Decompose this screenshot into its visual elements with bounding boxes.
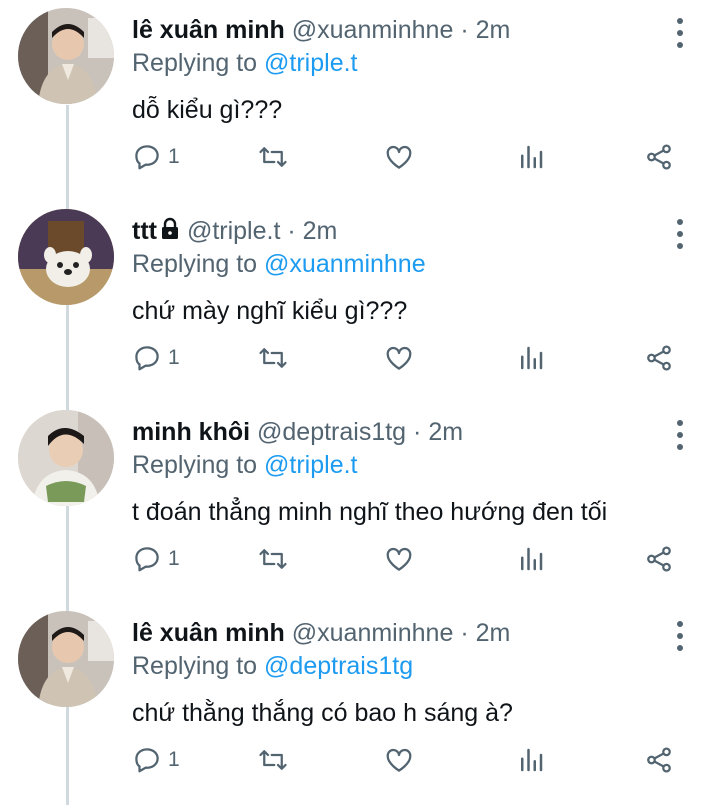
retweet-button[interactable] [258, 740, 288, 780]
tweet-text: chứ thằng thắng có bao h sáng à? [132, 699, 513, 727]
analytics-icon [521, 346, 543, 370]
timestamp[interactable]: 2m [476, 16, 511, 44]
more-vertical-icon[interactable] [670, 219, 690, 249]
share-button[interactable] [644, 539, 674, 579]
like-button[interactable] [384, 740, 414, 780]
retweet-icon [259, 348, 287, 368]
retweet-icon [259, 549, 287, 569]
tweet-text: dỗ kiểu gì??? [132, 96, 283, 124]
tweet-actions: 1 [132, 539, 690, 579]
username[interactable]: @triple.t [187, 217, 280, 245]
display-name[interactable]: minh khôi [132, 418, 250, 446]
tweet[interactable]: ttt @triple.t · 2m Replying to @xuanminh… [0, 201, 720, 402]
tweet-text: t đoán thẳng minh nghĩ theo hướng đen tố… [132, 498, 608, 526]
mention-link[interactable]: @triple.t [264, 451, 357, 479]
reply-button[interactable]: 1 [132, 338, 180, 378]
replying-to-label: Replying to [132, 250, 265, 278]
separator-dot: · [460, 619, 469, 647]
display-name[interactable]: lê xuân minh [132, 16, 285, 44]
reply-count: 1 [168, 748, 180, 771]
more-vertical-icon[interactable] [670, 18, 690, 48]
analytics-button[interactable] [516, 137, 546, 177]
share-button[interactable] [644, 338, 674, 378]
share-button[interactable] [644, 740, 674, 780]
replying-to: Replying to @deptrais1tg [132, 650, 680, 682]
mention-link[interactable]: @xuanminhne [264, 250, 426, 278]
analytics-icon [521, 145, 543, 169]
mention-link[interactable]: @triple.t [264, 49, 357, 77]
reply-count: 1 [168, 145, 180, 168]
analytics-button[interactable] [516, 740, 546, 780]
replying-to-label: Replying to [132, 451, 265, 479]
share-icon [647, 345, 671, 371]
avatar[interactable] [18, 410, 114, 506]
replying-to-label: Replying to [132, 652, 265, 680]
share-icon [647, 144, 671, 170]
reply-button[interactable]: 1 [132, 539, 180, 579]
retweet-button[interactable] [258, 539, 288, 579]
like-button[interactable] [384, 137, 414, 177]
replying-to: Replying to @triple.t [132, 47, 680, 79]
reply-count: 1 [168, 547, 180, 570]
tweet-actions: 1 [132, 338, 690, 378]
share-icon [647, 747, 671, 773]
retweet-button[interactable] [258, 338, 288, 378]
avatar[interactable] [18, 8, 114, 104]
separator-dot: · [287, 217, 296, 245]
more-vertical-icon[interactable] [670, 621, 690, 651]
share-icon [647, 546, 671, 572]
like-button[interactable] [384, 338, 414, 378]
mention-link[interactable]: @deptrais1tg [264, 652, 413, 680]
analytics-button[interactable] [516, 338, 546, 378]
separator-dot: · [413, 418, 422, 446]
heart-icon [386, 547, 412, 571]
tweet[interactable]: lê xuân minh @xuanminhne · 2m Replying t… [0, 603, 720, 804]
analytics-icon [521, 748, 543, 772]
analytics-button[interactable] [516, 539, 546, 579]
tweet[interactable]: lê xuân minh @xuanminhne · 2m Replying t… [0, 0, 720, 201]
reply-icon [135, 145, 159, 170]
replying-to: Replying to @xuanminhne [132, 248, 680, 280]
display-name[interactable]: ttt [132, 217, 157, 245]
like-button[interactable] [384, 539, 414, 579]
tweet-actions: 1 [132, 740, 690, 780]
separator-dot: · [460, 16, 469, 44]
reply-count: 1 [168, 346, 180, 369]
analytics-icon [521, 547, 543, 571]
heart-icon [386, 346, 412, 370]
tweet[interactable]: minh khôi @deptrais1tg · 2m Replying to … [0, 402, 720, 603]
reply-button[interactable]: 1 [132, 137, 180, 177]
display-name[interactable]: lê xuân minh [132, 619, 285, 647]
reply-icon [135, 748, 159, 773]
lock-icon [161, 217, 178, 239]
avatar[interactable] [18, 209, 114, 305]
tweet-actions: 1 [132, 137, 690, 177]
username[interactable]: @deptrais1tg [257, 418, 406, 446]
retweet-button[interactable] [258, 137, 288, 177]
more-vertical-icon[interactable] [670, 420, 690, 450]
username[interactable]: @xuanminhne [292, 619, 454, 647]
heart-icon [386, 748, 412, 772]
timestamp[interactable]: 2m [476, 619, 511, 647]
reply-button[interactable]: 1 [132, 740, 180, 780]
timestamp[interactable]: 2m [303, 217, 338, 245]
retweet-icon [259, 750, 287, 770]
tweet-text: chứ mày nghĩ kiểu gì??? [132, 297, 408, 325]
heart-icon [386, 145, 412, 169]
reply-icon [135, 346, 159, 371]
replying-to-label: Replying to [132, 49, 265, 77]
username[interactable]: @xuanminhne [292, 16, 454, 44]
avatar[interactable] [18, 611, 114, 707]
replying-to: Replying to @triple.t [132, 449, 680, 481]
retweet-icon [259, 147, 287, 167]
share-button[interactable] [644, 137, 674, 177]
timestamp[interactable]: 2m [428, 418, 463, 446]
reply-icon [135, 547, 159, 572]
